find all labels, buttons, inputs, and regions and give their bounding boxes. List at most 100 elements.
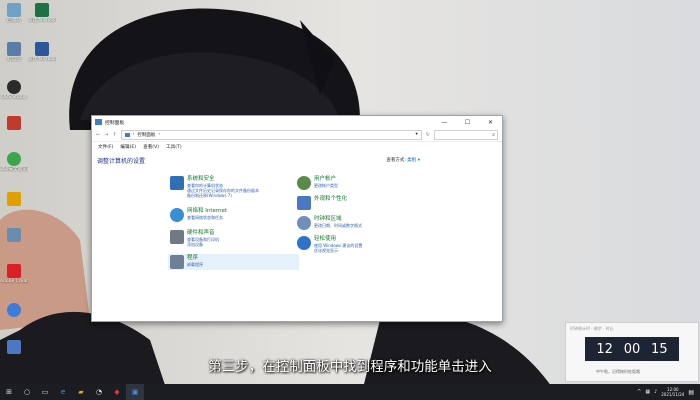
address-field[interactable]: › 控制面板 › ▾ bbox=[120, 129, 422, 140]
category-link[interactable]: 优化视觉显示 bbox=[314, 248, 362, 253]
category-appearance[interactable]: 外观和个性化 bbox=[297, 196, 347, 210]
hours-value: 12 bbox=[596, 341, 613, 357]
menu-view[interactable]: 查看(V) bbox=[143, 144, 159, 150]
accessibility-icon bbox=[297, 236, 311, 250]
search-taskbar-icon[interactable]: ○ bbox=[18, 384, 36, 400]
desktop-icon-this-pc[interactable]: 此电脑 bbox=[0, 42, 28, 62]
shortcut-icon bbox=[7, 228, 21, 242]
control-panel-icon bbox=[95, 119, 102, 125]
volume-icon[interactable]: ♪ bbox=[654, 389, 657, 395]
search-icon: ⌕ bbox=[492, 131, 495, 138]
category-link[interactable]: 卸载程序 bbox=[187, 262, 203, 267]
action-center-icon[interactable]: ▤ bbox=[688, 389, 694, 396]
desktop-icon-obs[interactable]: OBS Studio bbox=[0, 80, 28, 100]
desktop-icon-document[interactable] bbox=[0, 340, 28, 355]
category-ease-of-access[interactable]: 轻松使用 使用 Windows 建议的设置 优化视觉显示 bbox=[297, 236, 362, 253]
category-title[interactable]: 硬件和声音 bbox=[187, 230, 219, 237]
view-by-selector[interactable]: 查看方式: 类别 ▾ bbox=[386, 157, 420, 163]
category-title[interactable]: 外观和个性化 bbox=[314, 196, 347, 203]
app-icon bbox=[7, 116, 21, 130]
shield-icon bbox=[170, 176, 184, 190]
category-title[interactable]: 网络和 Internet bbox=[187, 208, 227, 215]
programs-icon bbox=[170, 255, 184, 269]
close-button[interactable]: ✕ bbox=[479, 116, 502, 128]
clock-taskbar-icon[interactable]: ◔ bbox=[90, 384, 108, 400]
category-network-internet[interactable]: 网络和 Internet 查看网络状态和任务 bbox=[170, 208, 227, 222]
widget-header: 时钟倒计时 · 剩余 · 时长 bbox=[570, 326, 614, 331]
category-clock-region[interactable]: 时钟和区域 更改日期、时间或数字格式 bbox=[297, 216, 362, 230]
widget-footer: 中午啦，记得按时吃饭哦 bbox=[596, 369, 640, 374]
category-title[interactable]: 轻松使用 bbox=[314, 236, 362, 243]
category-title[interactable]: 系统和安全 bbox=[187, 176, 259, 183]
view-by-label: 查看方式: bbox=[386, 158, 406, 163]
desktop-icon-recycle-bin[interactable]: 回收站 bbox=[0, 3, 28, 23]
path-chevron-icon: › bbox=[132, 132, 135, 137]
network-tray-icon[interactable]: ▦ bbox=[645, 389, 650, 395]
view-by-value[interactable]: 类别 ▾ bbox=[407, 158, 420, 163]
path-chevron-icon: › bbox=[158, 132, 161, 137]
control-panel-taskbar-icon[interactable]: ▣ bbox=[126, 384, 144, 400]
menu-bar: 文件(F) 编辑(E) 查看(V) 工具(T) bbox=[92, 142, 502, 152]
control-panel-window: 控制面板 — ☐ ✕ ← → ↑ › 控制面板 › ▾ ↻ ⌕ 文件(F) 编辑… bbox=[91, 115, 503, 322]
network-icon bbox=[7, 303, 21, 317]
taskbar-clock[interactable]: 12:00 2021/11/24 bbox=[661, 387, 684, 397]
countdown-widget: 时钟倒计时 · 剩余 · 时长 12 00 15 中午啦，记得按时吃饭哦 bbox=[565, 322, 699, 382]
desktop-icon-excel[interactable]: 新建 Microsoft… bbox=[28, 3, 56, 23]
desktop-icon-360-browser[interactable]: 360安全浏览器 bbox=[0, 152, 28, 172]
category-title[interactable]: 时钟和区域 bbox=[314, 216, 362, 223]
category-link[interactable]: 更改帐户类型 bbox=[314, 183, 338, 188]
menu-edit[interactable]: 编辑(E) bbox=[120, 144, 136, 150]
clock-icon bbox=[297, 216, 311, 230]
printer-icon bbox=[170, 230, 184, 244]
recycle-bin-icon bbox=[7, 3, 21, 17]
category-programs[interactable]: 程序 卸载程序 bbox=[168, 254, 299, 270]
start-icon[interactable]: ⊞ bbox=[0, 384, 18, 400]
up-arrow-icon[interactable]: ↑ bbox=[112, 132, 116, 138]
category-hardware-sound[interactable]: 硬件和声音 查看设备和打印机 添加设备 bbox=[170, 230, 219, 247]
desktop-icon-word[interactable]: 新建 Microsoft… bbox=[28, 42, 56, 62]
category-title[interactable]: 程序 bbox=[187, 255, 203, 262]
desktop-icon-app[interactable] bbox=[0, 116, 28, 131]
category-link[interactable]: 更改日期、时间或数字格式 bbox=[314, 223, 362, 228]
folder-icon bbox=[7, 192, 21, 206]
seconds-value: 15 bbox=[651, 341, 668, 357]
address-path: 控制面板 bbox=[137, 132, 156, 138]
folder-path-icon bbox=[124, 132, 130, 137]
maximize-button[interactable]: ☐ bbox=[456, 116, 479, 128]
system-tray: ^ ▦ ♪ 12:00 2021/11/24 ▤ bbox=[637, 387, 700, 397]
notification-chevron-icon[interactable]: ^ bbox=[637, 389, 641, 395]
minimize-button[interactable]: — bbox=[433, 116, 456, 128]
task-view-icon[interactable]: ▭ bbox=[36, 384, 54, 400]
menu-tools[interactable]: 工具(T) bbox=[166, 144, 182, 150]
desktop-icon-shortcut[interactable] bbox=[0, 228, 28, 243]
obs-icon bbox=[7, 80, 21, 94]
title-bar[interactable]: 控制面板 — ☐ ✕ bbox=[92, 116, 502, 128]
forward-arrow-icon[interactable]: → bbox=[104, 132, 108, 138]
excel-icon bbox=[35, 3, 49, 17]
category-link[interactable]: 添加设备 bbox=[187, 242, 219, 247]
category-link[interactable]: 备份和还原(Windows 7) bbox=[187, 193, 259, 198]
word-icon bbox=[35, 42, 49, 56]
category-link[interactable]: 查看网络状态和任务 bbox=[187, 215, 227, 220]
countdown-display: 12 00 15 bbox=[585, 337, 679, 361]
desktop-icon-folder[interactable] bbox=[0, 192, 28, 207]
category-user-accounts[interactable]: 用户帐户 更改帐户类型 bbox=[297, 176, 338, 190]
explorer-taskbar-icon[interactable]: ▰ bbox=[72, 384, 90, 400]
adobe-icon bbox=[7, 264, 21, 278]
refresh-icon[interactable]: ↻ bbox=[426, 132, 430, 138]
category-system-security[interactable]: 系统和安全 查看你的计算机状态 通过文件历史记录保存你的文件备份副本 备份和还原… bbox=[170, 176, 259, 199]
app-taskbar-icon[interactable]: ◆ bbox=[108, 384, 126, 400]
desktop-icon-network[interactable] bbox=[0, 303, 28, 318]
category-title[interactable]: 用户帐户 bbox=[314, 176, 338, 183]
address-dropdown-icon[interactable]: ▾ bbox=[416, 132, 418, 137]
taskbar: ⊞ ○ ▭ e ▰ ◔ ◆ ▣ ^ ▦ ♪ 12:00 2021/11/24 ▤ bbox=[0, 384, 700, 400]
globe-icon bbox=[170, 208, 184, 222]
edge-taskbar-icon[interactable]: e bbox=[54, 384, 72, 400]
search-input[interactable]: ⌕ bbox=[434, 129, 498, 140]
desktop-icon-adobe[interactable]: Adobe Creati… bbox=[0, 264, 28, 284]
address-bar-row: ← → ↑ › 控制面板 › ▾ ↻ ⌕ bbox=[92, 128, 502, 142]
taskbar-date: 2021/11/24 bbox=[661, 392, 685, 397]
control-panel-content: 调整计算机的设置 查看方式: 类别 ▾ 系统和安全 查看你的计算机状态 通过文件… bbox=[92, 152, 502, 310]
back-arrow-icon[interactable]: ← bbox=[96, 132, 100, 138]
menu-file[interactable]: 文件(F) bbox=[98, 144, 113, 150]
